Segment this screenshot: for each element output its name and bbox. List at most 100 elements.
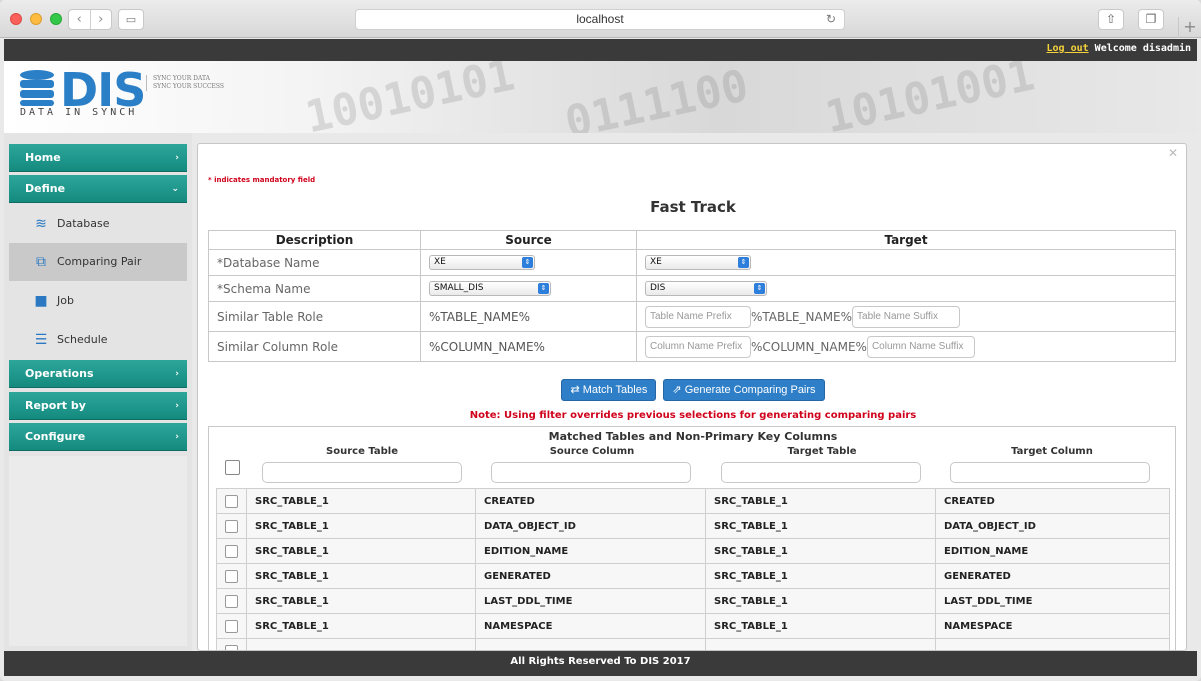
row-select-cell [216, 538, 247, 564]
swap-icon: ⇄ [570, 384, 583, 396]
column-suffix-input[interactable]: Column Name Suffix [866, 335, 975, 358]
cell: SRC_TABLE_1 [246, 488, 476, 514]
cell [705, 638, 936, 650]
close-window-button[interactable] [10, 13, 22, 25]
column-header: Source Column [549, 446, 635, 457]
schema-name-label: *Schema Name [208, 275, 421, 302]
close-icon[interactable]: ✕ [1168, 146, 1178, 160]
top-bar: Log out Welcome disadmin [4, 39, 1197, 61]
database-icon: ≋ [35, 216, 47, 232]
banner-decoration: 10101001 [821, 61, 1039, 133]
sidebar-item-label: Home [25, 151, 61, 164]
cell: SRC_TABLE_1 [705, 588, 936, 614]
history-nav: ‹ › [68, 9, 112, 30]
source-column-role: %COLUMN_NAME% [420, 331, 637, 362]
sidebar-item-define[interactable]: Define ⌄ [9, 175, 187, 203]
logout-link[interactable]: Log out [1046, 43, 1088, 54]
external-link-icon: ⇗ [672, 384, 685, 396]
new-tab-icon[interactable]: + [1178, 17, 1201, 38]
source-column-filter-input[interactable] [491, 462, 691, 483]
sidebar-subitem-database[interactable]: ≋ Database [9, 205, 187, 243]
cell: SRC_TABLE_1 [705, 513, 936, 539]
browser-toolbar: ‹ › ▭ localhost ↻ ⇧ ❐ + [0, 0, 1201, 38]
sidebar-item-report-by[interactable]: Report by › [9, 392, 187, 420]
forward-icon[interactable]: › [91, 10, 112, 29]
table-row: SRC_TABLE_1 CREATED SRC_TABLE_1 CREATED [216, 488, 1170, 514]
target-database-select[interactable]: XE ⇕ [645, 255, 751, 270]
fast-track-panel: ✕ * indicates mandatory field Fast Track… [197, 143, 1187, 651]
cell: CREATED [935, 488, 1170, 514]
cell: NAMESPACE [475, 613, 706, 639]
chevron-right-icon: › [175, 432, 179, 442]
select-caret-icon: ⇕ [754, 283, 765, 294]
select-value: XE [650, 257, 662, 267]
column-prefix-input[interactable]: Column Name Prefix [645, 335, 751, 358]
sidebar-subitem-job[interactable]: ■ Job [9, 282, 187, 320]
row-checkbox[interactable] [225, 569, 238, 583]
sidebar-toggle-icon[interactable]: ▭ [118, 9, 144, 30]
matched-tables-section: Matched Tables and Non-Primary Key Colum… [208, 426, 1176, 650]
sidebar-subitem-comparing-pair[interactable]: ⧉ Comparing Pair [9, 243, 187, 281]
similar-table-label: Similar Table Role [208, 301, 421, 332]
user-area: Log out Welcome disadmin [1046, 43, 1191, 54]
sidebar-subitem-schedule[interactable]: ☰ Schedule [9, 321, 187, 359]
source-schema-cell: SMALL_DIS ⇕ [420, 275, 637, 302]
cell: LAST_DDL_TIME [935, 588, 1170, 614]
cell: SRC_TABLE_1 [705, 538, 936, 564]
match-tables-button[interactable]: ⇄ Match Tables [561, 379, 657, 401]
cell [935, 638, 1170, 650]
select-caret-icon: ⇕ [538, 283, 549, 294]
sidebar-subitem-label: Schedule [57, 333, 108, 346]
cell: CREATED [475, 488, 706, 514]
minimize-window-button[interactable] [30, 13, 42, 25]
cell: SRC_TABLE_1 [246, 513, 476, 539]
sidebar-item-configure[interactable]: Configure › [9, 423, 187, 451]
sidebar-item-label: Define [25, 182, 66, 195]
column-header: Source Table [326, 446, 398, 457]
browser-window: ‹ › ▭ localhost ↻ ⇧ ❐ + Log out Welcome … [0, 0, 1201, 681]
row-checkbox[interactable] [225, 494, 238, 508]
target-schema-select[interactable]: DIS ⇕ [645, 281, 767, 296]
sidebar-subitem-label: Database [57, 217, 110, 230]
sidebar-item-home[interactable]: Home › [9, 144, 187, 172]
list-icon: ☰ [34, 332, 48, 348]
row-checkbox[interactable] [225, 519, 238, 533]
source-database-select[interactable]: XE ⇕ [429, 255, 535, 270]
row-checkbox[interactable] [225, 619, 238, 633]
source-table-filter-input[interactable] [262, 462, 462, 483]
row-select-cell [216, 563, 247, 589]
source-schema-select[interactable]: SMALL_DIS ⇕ [429, 281, 551, 296]
chevron-right-icon: › [175, 401, 179, 411]
cell: GENERATED [935, 563, 1170, 589]
address-bar[interactable]: localhost ↻ [355, 9, 845, 30]
sidebar-subitem-label: Job [57, 294, 74, 307]
sidebar-item-label: Operations [25, 367, 94, 380]
back-icon[interactable]: ‹ [69, 10, 91, 29]
cell: SRC_TABLE_1 [246, 538, 476, 564]
target-column-filter-input[interactable] [950, 462, 1150, 483]
cell: LAST_DDL_TIME [475, 588, 706, 614]
row-checkbox[interactable] [225, 544, 238, 558]
matched-rows-table: SRC_TABLE_1 CREATED SRC_TABLE_1 CREATED … [216, 488, 1170, 650]
reload-icon[interactable]: ↻ [826, 10, 836, 29]
select-value: DIS [650, 283, 666, 293]
logo-subtitle: DATA IN SYNCH [20, 107, 138, 118]
column-header: Description [208, 230, 421, 250]
select-value: SMALL_DIS [434, 283, 484, 293]
column-header: Source [420, 230, 637, 250]
select-all-checkbox[interactable] [225, 460, 240, 475]
matched-title: Matched Tables and Non-Primary Key Colum… [548, 430, 838, 443]
sidebar-filler [9, 456, 187, 646]
zoom-window-button[interactable] [50, 13, 62, 25]
welcome-text: Welcome disadmin [1094, 43, 1191, 54]
tabs-overview-icon[interactable]: ❐ [1138, 9, 1164, 30]
generate-comparing-pairs-button[interactable]: ⇗ Generate Comparing Pairs [663, 379, 825, 401]
table-prefix-input[interactable]: Table Name Prefix [645, 305, 751, 328]
target-table-filter-input[interactable] [721, 462, 921, 483]
sidebar-item-operations[interactable]: Operations › [9, 360, 187, 388]
row-checkbox[interactable] [225, 594, 238, 608]
row-select-cell [216, 638, 247, 650]
button-label: Match Tables [582, 384, 648, 396]
table-suffix-input[interactable]: Table Name Suffix [852, 305, 961, 328]
share-icon[interactable]: ⇧ [1098, 9, 1124, 30]
